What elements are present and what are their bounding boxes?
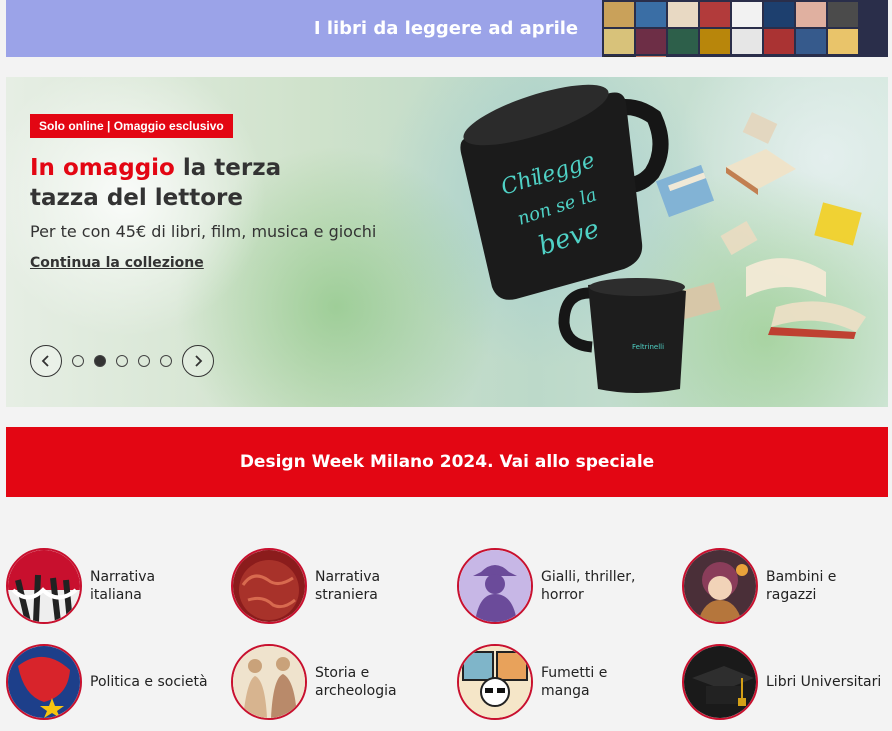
carousel-dot-5[interactable] xyxy=(160,355,172,367)
carousel-next-button[interactable] xyxy=(182,345,214,377)
chevron-right-icon xyxy=(195,355,203,367)
category-gialli-thriller-horror[interactable]: Gialli, thriller, horror xyxy=(457,547,677,625)
category-politica-societa[interactable]: Politica e società xyxy=(6,643,226,721)
category-narrativa-straniera[interactable]: Narrativa straniera xyxy=(231,547,451,625)
hero-subtitle: Per te con 45€ di libri, film, musica e … xyxy=(30,222,377,241)
book-covers-image xyxy=(602,0,888,57)
category-narrativa-italiana[interactable]: Narrativa italiana xyxy=(6,547,226,625)
mugs-and-books-image: Chi legge non se la beve Feltrinelli xyxy=(460,84,866,393)
category-label: Bambini e ragazzi xyxy=(766,569,837,603)
design-week-banner[interactable]: Design Week Milano 2024. Vai allo specia… xyxy=(6,427,888,497)
carousel-dot-4[interactable] xyxy=(138,355,150,367)
narrativa-italiana-image xyxy=(6,548,82,624)
politica-image xyxy=(6,644,82,720)
small-mug-illustration: Feltrinelli xyxy=(558,278,686,393)
category-label: Gialli, thriller, horror xyxy=(541,569,636,603)
gialli-image xyxy=(457,548,533,624)
top-banner-title: I libri da leggere ad aprile xyxy=(313,18,579,39)
category-bambini-ragazzi[interactable]: Bambini e ragazzi xyxy=(682,547,892,625)
category-label: Libri Universitari xyxy=(766,674,882,690)
carousel-dot-3[interactable] xyxy=(116,355,128,367)
carousel-prev-button[interactable] xyxy=(30,345,62,377)
chevron-left-icon xyxy=(41,355,49,367)
big-mug-illustration: Chi legge non se la beve xyxy=(460,84,669,300)
carousel-controls xyxy=(30,345,214,377)
fumetti-image xyxy=(457,644,533,720)
flying-books xyxy=(655,112,866,339)
carousel-dot-1[interactable] xyxy=(72,355,84,367)
category-label: Narrativa straniera xyxy=(315,569,381,603)
category-label: Storia e archeologia xyxy=(315,665,397,699)
category-storia-archeologia[interactable]: Storia e archeologia xyxy=(231,643,451,721)
bambini-image xyxy=(682,548,758,624)
small-mug-brand: Feltrinelli xyxy=(632,343,664,351)
hero-headline-red: In omaggio xyxy=(30,155,175,181)
hero-tag: Solo online | Omaggio esclusivo xyxy=(30,114,233,138)
hero-headline: In omaggio la terza tazza del lettore xyxy=(30,153,281,213)
storia-image xyxy=(231,644,307,720)
carousel-dot-2[interactable] xyxy=(94,355,106,367)
hero-headline-line2: tazza del lettore xyxy=(30,185,243,211)
hero-carousel[interactable]: Solo online | Omaggio esclusivo In omagg… xyxy=(6,77,888,407)
category-label: Politica e società xyxy=(90,674,208,690)
hero-headline-rest: la terza xyxy=(174,155,282,181)
top-promo-banner[interactable]: I libri da leggere ad aprile xyxy=(6,0,888,57)
universitari-image xyxy=(682,644,758,720)
continue-collection-link[interactable]: Continua la collezione xyxy=(30,255,204,271)
category-label: Fumetti e manga xyxy=(541,665,608,699)
category-libri-universitari[interactable]: Libri Universitari xyxy=(682,643,892,721)
category-label: Narrativa italiana xyxy=(90,569,156,603)
category-fumetti-manga[interactable]: Fumetti e manga xyxy=(457,643,677,721)
narrativa-straniera-image xyxy=(231,548,307,624)
